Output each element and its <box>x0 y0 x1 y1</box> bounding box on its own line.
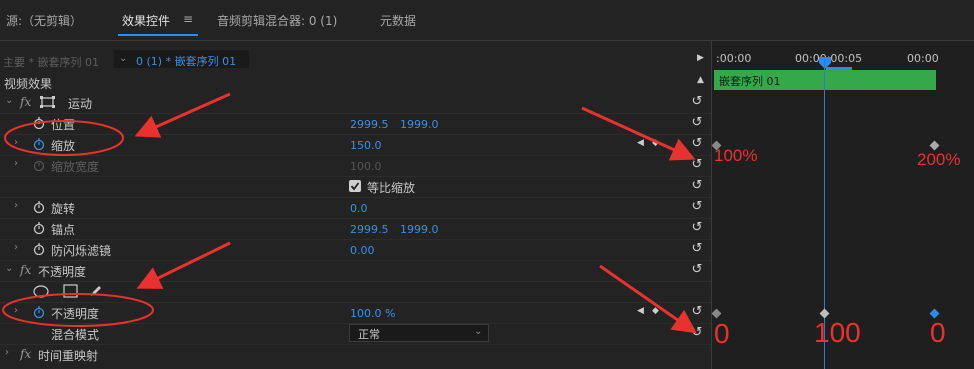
opacity-label: 不透明度 <box>51 307 100 321</box>
property-row-opacity[interactable]: › 不透明度 100.0 % ◀ ◆ ↺ <box>0 302 711 324</box>
ellipse-mask-icon[interactable] <box>33 285 49 298</box>
chevron-right-icon[interactable]: › <box>14 305 18 316</box>
anchor-label: 锚点 <box>51 223 76 237</box>
time-ruler-start: :00:00 <box>716 52 752 65</box>
tab-effect-controls[interactable]: 效果控件 <box>122 12 170 29</box>
chevron-right-icon[interactable]: › <box>14 200 18 211</box>
scale-value[interactable]: 150.0 <box>350 139 382 152</box>
add-keyframe-icon[interactable]: ◆ <box>652 138 659 148</box>
fx-toggle-icon[interactable]: fx <box>20 263 31 277</box>
position-y-value[interactable]: 1999.0 <box>400 118 439 131</box>
tab-audio-mixer[interactable]: 音频剪辑混合器: 0 (1) <box>217 12 337 29</box>
chevron-right-icon[interactable]: › <box>14 137 18 148</box>
rotation-label: 旋转 <box>51 202 76 216</box>
prev-keyframe-icon[interactable]: ◀ <box>637 138 644 148</box>
clip-label: 嵌套序列 01 <box>719 75 781 88</box>
stopwatch-icon[interactable] <box>33 222 45 234</box>
stopwatch-icon <box>33 160 45 171</box>
reset-icon[interactable]: ↺ <box>690 305 704 319</box>
sequence-label: 0 (1) * 嵌套序列 01 <box>136 55 237 68</box>
annotation-scale-start: 100% <box>714 146 758 165</box>
property-row-scale-width: › 缩放宽度 100.0 ↺ <box>0 155 711 177</box>
scale-width-value: 100.0 <box>350 160 382 173</box>
property-row-anchor[interactable]: 锚点 2999.5 1999.0 ↺ <box>0 218 711 240</box>
anti-flicker-value[interactable]: 0.00 <box>350 244 375 257</box>
stopwatch-icon[interactable] <box>33 201 45 213</box>
reset-icon[interactable]: ↺ <box>690 326 704 340</box>
play-only-icon[interactable]: ▶ <box>697 53 704 63</box>
add-keyframe-icon[interactable]: ◆ <box>652 306 659 316</box>
blend-mode-dropdown[interactable]: 正常 ⌄ <box>349 324 489 342</box>
panel-menu-icon[interactable]: ≡ <box>183 12 193 26</box>
sequence-selector[interactable]: ⌄ 0 (1) * 嵌套序列 01 <box>114 50 249 68</box>
check-icon <box>350 182 360 191</box>
chevron-right-icon[interactable]: › <box>5 347 9 358</box>
section-video-effects: 视频效果 <box>4 77 53 91</box>
uniform-scale-checkbox[interactable] <box>349 180 361 192</box>
motion-label: 运动 <box>68 97 93 111</box>
effect-motion-row[interactable]: ⌄ fx 运动 ↺ <box>0 92 711 114</box>
property-row-scale[interactable]: › 缩放 150.0 ◀ ◆ ↺ <box>0 134 711 156</box>
rectangle-mask-icon[interactable] <box>63 284 78 298</box>
mask-tools-row <box>0 281 711 303</box>
position-x-value[interactable]: 2999.5 <box>350 118 389 131</box>
chevron-down-icon[interactable]: ⌄ <box>5 95 13 106</box>
time-ruler-end: 00:00 <box>907 52 939 65</box>
reset-icon[interactable]: ↺ <box>690 200 704 214</box>
annotation-opacity-end: 0 <box>930 317 946 348</box>
chevron-right-icon: › <box>14 158 18 169</box>
stopwatch-active-icon[interactable] <box>33 306 45 318</box>
scale-width-label: 缩放宽度 <box>51 160 100 174</box>
pen-mask-icon[interactable] <box>89 284 103 298</box>
stopwatch-icon[interactable] <box>33 243 45 255</box>
panel-tab-bar: 源:（无剪辑） 效果控件 ≡ 音频剪辑混合器: 0 (1) 元数据 <box>0 0 974 40</box>
reset-icon[interactable]: ↺ <box>690 179 704 193</box>
fx-toggle-icon[interactable]: fx <box>20 347 31 361</box>
uniform-scale-label: 等比缩放 <box>367 181 416 195</box>
blend-mode-label: 混合模式 <box>51 328 100 342</box>
position-label: 位置 <box>51 118 76 132</box>
stopwatch-active-icon[interactable] <box>33 138 45 150</box>
stopwatch-icon[interactable] <box>33 117 45 129</box>
reset-icon[interactable]: ↺ <box>690 263 704 277</box>
tab-source[interactable]: 源:（无剪辑） <box>6 12 82 29</box>
anchor-y-value[interactable]: 1999.0 <box>400 223 439 236</box>
annotation-scale-end: 200% <box>917 150 961 169</box>
reset-icon[interactable]: ↺ <box>690 221 704 235</box>
chevron-down-icon: ⌄ <box>119 53 128 64</box>
motion-transform-icon[interactable] <box>40 96 55 108</box>
reset-icon[interactable]: ↺ <box>690 95 704 109</box>
reset-icon[interactable]: ↺ <box>690 242 704 256</box>
opacity-effect-label: 不透明度 <box>38 265 87 279</box>
reset-icon[interactable]: ↺ <box>690 116 704 130</box>
master-clip-label[interactable]: 主要 * 嵌套序列 01 <box>3 54 99 70</box>
annotation-opacity-mid: 100 <box>814 317 861 348</box>
chevron-right-icon[interactable]: › <box>14 242 18 253</box>
property-row-position[interactable]: 位置 2999.5 1999.0 ↺ <box>0 113 711 135</box>
chevron-down-icon[interactable]: ⌄ <box>5 263 13 274</box>
rotation-value[interactable]: 0.0 <box>350 202 368 215</box>
chevron-down-icon: ⌄ <box>474 326 483 337</box>
annotation-opacity-start: 0 <box>714 318 730 349</box>
effect-opacity-row[interactable]: ⌄ fx 不透明度 ↺ <box>0 260 711 282</box>
collapse-up-icon[interactable]: ▲ <box>697 75 704 85</box>
scale-label: 缩放 <box>51 139 76 153</box>
time-remap-label: 时间重映射 <box>38 349 99 363</box>
anchor-x-value[interactable]: 2999.5 <box>350 223 389 236</box>
fx-toggle-icon[interactable]: fx <box>20 95 31 109</box>
property-row-uniform-scale[interactable]: 等比缩放 ↺ <box>0 176 711 198</box>
anti-flicker-label: 防闪烁滤镜 <box>51 244 112 258</box>
reset-icon[interactable]: ↺ <box>690 158 704 172</box>
blend-mode-value: 正常 <box>358 328 380 341</box>
effect-time-remap-row[interactable]: › fx 时间重映射 <box>0 344 711 365</box>
prev-keyframe-icon[interactable]: ◀ <box>637 306 644 316</box>
property-row-rotation[interactable]: › 旋转 0.0 ↺ <box>0 197 711 219</box>
nested-sequence-clip[interactable]: 嵌套序列 01 <box>714 70 936 90</box>
active-tab-indicator <box>118 34 198 36</box>
opacity-value[interactable]: 100.0 % <box>350 307 395 320</box>
tab-metadata[interactable]: 元数据 <box>380 12 416 29</box>
reset-icon[interactable]: ↺ <box>690 137 704 151</box>
property-row-anti-flicker[interactable]: › 防闪烁滤镜 0.00 ↺ <box>0 239 711 261</box>
